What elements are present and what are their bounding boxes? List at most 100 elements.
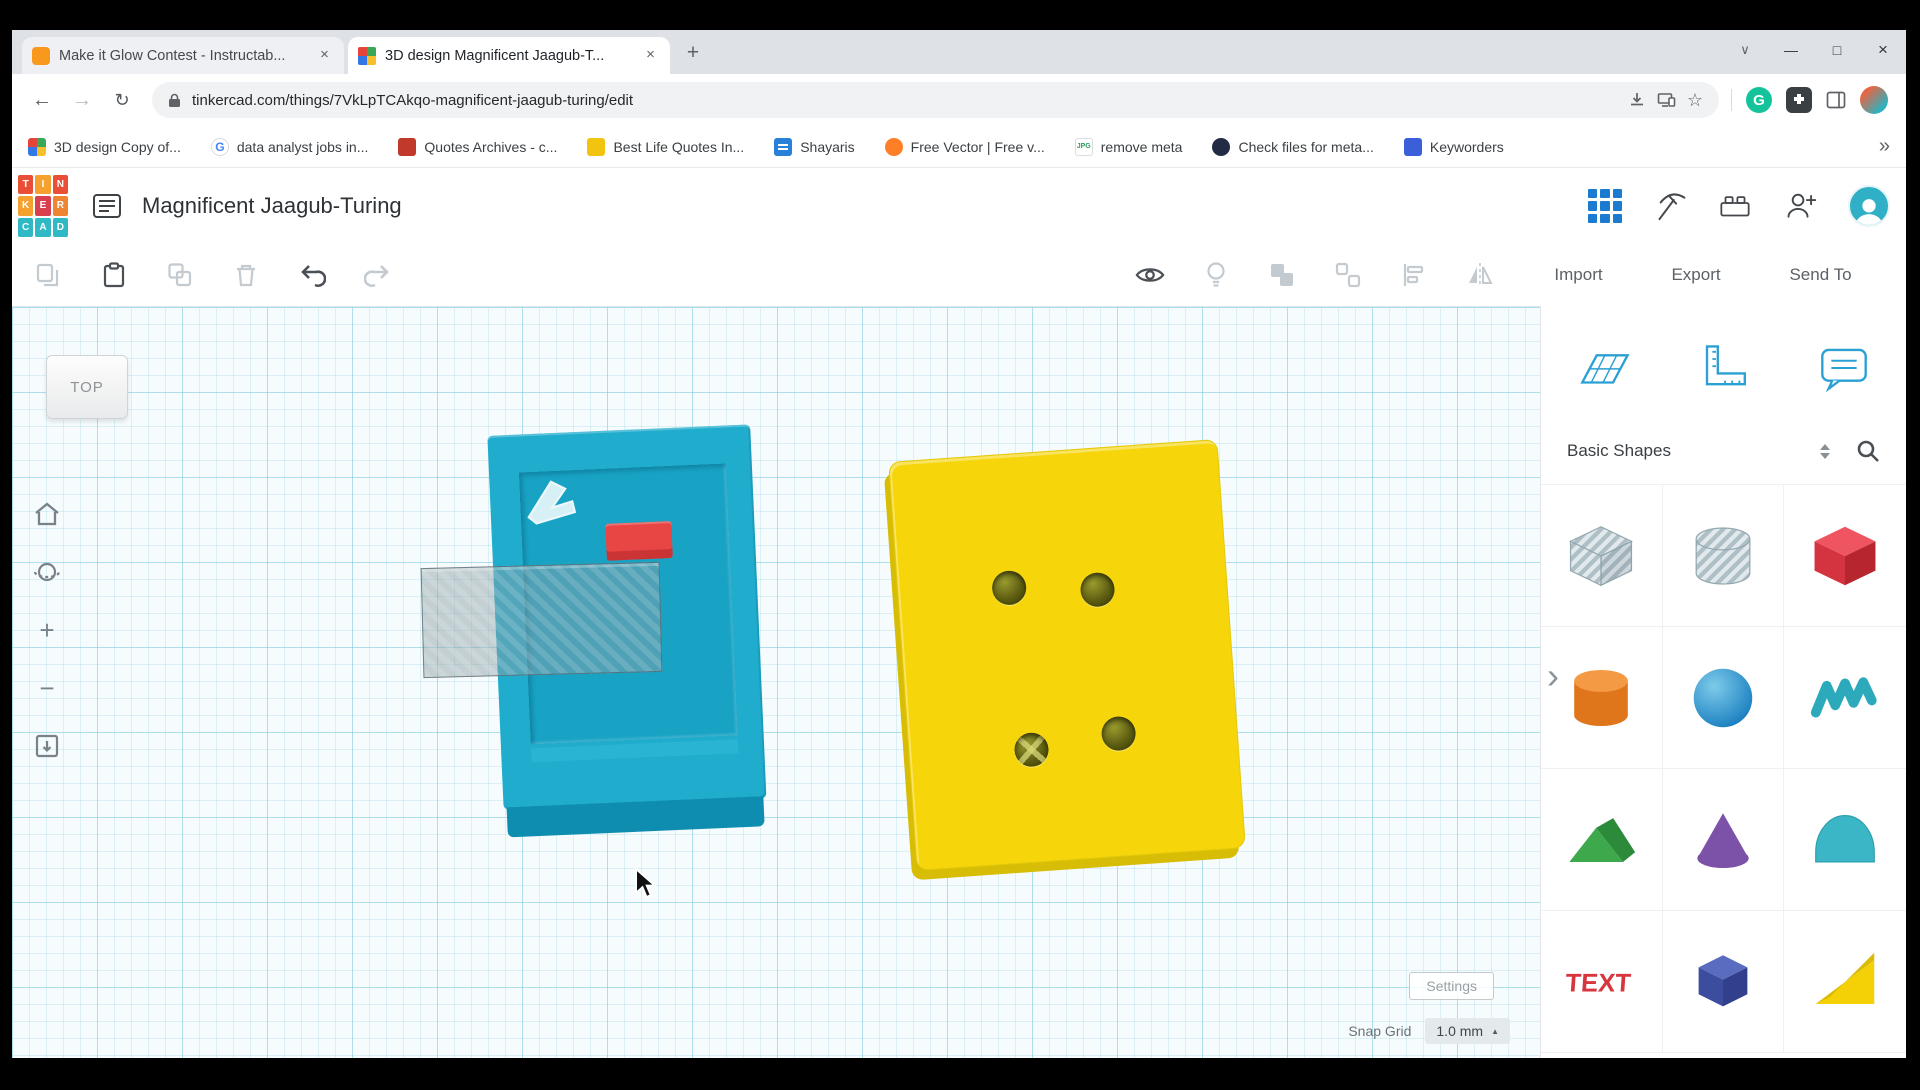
bookmark-label: Free Vector | Free v... bbox=[910, 138, 1045, 155]
bookmarks-overflow-icon[interactable]: » bbox=[1879, 135, 1890, 158]
extension-icon[interactable] bbox=[1786, 87, 1812, 113]
edit-toolbar: Import Export Send To bbox=[12, 244, 1906, 306]
mirror-icon[interactable] bbox=[1464, 259, 1496, 291]
gray-hole-box-object[interactable] bbox=[420, 561, 663, 679]
browser-profile-avatar[interactable] bbox=[1860, 86, 1888, 114]
bookmarks-bar: 3D design Copy of... G data analyst jobs… bbox=[12, 126, 1906, 168]
shape-roof[interactable] bbox=[1541, 769, 1663, 911]
yellow-plate-object[interactable] bbox=[888, 438, 1246, 872]
shape-wedge[interactable] bbox=[1784, 911, 1906, 1053]
plate-hole bbox=[1079, 571, 1116, 608]
download-icon[interactable] bbox=[1628, 91, 1646, 109]
workplane-tool-icon[interactable] bbox=[1575, 342, 1633, 399]
delete-icon[interactable] bbox=[230, 259, 262, 291]
bookmark-favicon bbox=[884, 137, 903, 156]
bookmark-item[interactable]: JPG remove meta bbox=[1074, 137, 1182, 156]
search-shapes-icon[interactable] bbox=[1856, 439, 1880, 463]
browser-tab-instructables[interactable]: Make it Glow Contest - Instructab... × bbox=[22, 37, 344, 74]
design-title[interactable]: Magnificent Jaagub-Turing bbox=[142, 193, 402, 219]
window-close-button[interactable]: × bbox=[1860, 30, 1906, 70]
bookmark-item[interactable]: Best Life Quotes In... bbox=[587, 137, 744, 156]
shape-sphere[interactable] bbox=[1662, 627, 1785, 769]
notes-tool-icon[interactable] bbox=[1816, 342, 1872, 399]
tab-title: Make it Glow Contest - Instructab... bbox=[59, 47, 286, 64]
shape-cone[interactable] bbox=[1662, 769, 1785, 911]
tab-search-caret-icon[interactable]: ∨ bbox=[1722, 30, 1768, 70]
logo-cell: E bbox=[35, 196, 51, 216]
redo-icon[interactable] bbox=[362, 259, 394, 291]
duplicate-icon[interactable] bbox=[164, 259, 196, 291]
viewport-canvas[interactable]: TOP + − Settings Snap Grid 1.0 mm ▲ bbox=[12, 306, 1540, 1058]
bookmark-item[interactable]: Quotes Archives - c... bbox=[398, 137, 557, 156]
bookmark-item[interactable]: 3D design Copy of... bbox=[28, 137, 181, 156]
forward-button[interactable]: → bbox=[64, 82, 100, 118]
bookmark-item[interactable]: Check files for meta... bbox=[1212, 137, 1374, 156]
shape-polygon[interactable] bbox=[1662, 911, 1785, 1053]
new-tab-button[interactable]: + bbox=[678, 39, 708, 69]
category-stepper-icon[interactable] bbox=[1820, 443, 1830, 459]
plate-hole bbox=[1100, 715, 1137, 752]
snap-grid-caret-icon: ▲ bbox=[1491, 1026, 1499, 1036]
show-all-eye-icon[interactable] bbox=[1134, 259, 1166, 291]
view-cube[interactable]: TOP bbox=[46, 355, 128, 419]
bookmark-item[interactable]: Free Vector | Free v... bbox=[884, 137, 1045, 156]
tinkercad-logo[interactable]: T I N K E R C A D bbox=[16, 173, 70, 239]
shape-round-roof[interactable] bbox=[1784, 769, 1906, 911]
align-icon[interactable] bbox=[1398, 259, 1430, 291]
undo-icon[interactable] bbox=[296, 259, 328, 291]
logo-cell: N bbox=[52, 175, 68, 195]
paste-icon[interactable] bbox=[98, 259, 130, 291]
snap-grid-dropdown[interactable]: 1.0 mm ▲ bbox=[1425, 1018, 1510, 1044]
shape-box[interactable] bbox=[1784, 485, 1906, 627]
design-menu-icon[interactable] bbox=[92, 193, 122, 219]
zoom-out-icon[interactable]: − bbox=[32, 673, 62, 703]
brick-lego-icon[interactable] bbox=[1716, 187, 1754, 225]
window-maximize-button[interactable]: □ bbox=[1814, 30, 1860, 70]
home-view-icon[interactable] bbox=[32, 499, 62, 529]
shape-scribble[interactable] bbox=[1784, 627, 1906, 769]
sidebar-collapse-icon[interactable]: › bbox=[1547, 658, 1559, 694]
bookmark-item[interactable]: G data analyst jobs in... bbox=[210, 137, 369, 156]
ruler-tool-icon[interactable] bbox=[1698, 342, 1752, 399]
invite-person-icon[interactable] bbox=[1782, 187, 1820, 225]
red-box-object[interactable] bbox=[605, 520, 673, 561]
minecraft-pickaxe-icon[interactable] bbox=[1650, 187, 1688, 225]
zoom-in-icon[interactable]: + bbox=[32, 615, 62, 645]
back-button[interactable]: ← bbox=[24, 82, 60, 118]
shape-category-select[interactable]: Basic Shapes bbox=[1567, 441, 1808, 461]
group-icon[interactable] bbox=[1266, 259, 1298, 291]
material-bulb-icon[interactable] bbox=[1200, 259, 1232, 291]
tab-close-icon[interactable]: × bbox=[315, 46, 334, 65]
dashboard-grid-icon[interactable] bbox=[1588, 189, 1622, 223]
send-to-device-icon[interactable] bbox=[1657, 92, 1676, 108]
browser-tab-tinkercad[interactable]: 3D design Magnificent Jaagub-T... × bbox=[348, 37, 670, 74]
browser-extensions-area: G bbox=[1731, 86, 1894, 114]
bookmark-label: 3D design Copy of... bbox=[54, 138, 181, 155]
shape-hole-box[interactable] bbox=[1541, 485, 1663, 627]
orbit-view-icon[interactable] bbox=[32, 557, 62, 587]
address-bar: ← → ↻ tinkercad.com/things/7VkLpTCAkqo-m… bbox=[12, 74, 1906, 126]
shape-text[interactable]: TEXT bbox=[1541, 911, 1663, 1053]
tab-close-icon[interactable]: × bbox=[641, 46, 660, 65]
bookmark-label: data analyst jobs in... bbox=[236, 138, 369, 155]
white-arrow-object[interactable] bbox=[520, 472, 584, 536]
shape-cylinder[interactable] bbox=[1541, 627, 1663, 769]
bookmark-item[interactable]: Shayaris bbox=[774, 137, 855, 156]
fit-view-icon[interactable] bbox=[32, 731, 62, 761]
user-avatar[interactable] bbox=[1848, 185, 1890, 227]
ungroup-icon[interactable] bbox=[1332, 259, 1364, 291]
copy-icon[interactable] bbox=[32, 259, 64, 291]
import-button[interactable]: Import bbox=[1544, 259, 1612, 291]
bookmark-item[interactable]: Keyworders bbox=[1403, 137, 1504, 156]
reload-button[interactable]: ↻ bbox=[104, 82, 140, 118]
side-panel-icon[interactable] bbox=[1826, 91, 1846, 109]
send-to-button[interactable]: Send To bbox=[1779, 259, 1861, 291]
shape-hole-cylinder[interactable] bbox=[1662, 485, 1785, 627]
grammarly-extension-icon[interactable]: G bbox=[1746, 87, 1772, 113]
bookmark-star-icon[interactable]: ☆ bbox=[1687, 90, 1703, 111]
omnibox[interactable]: tinkercad.com/things/7VkLpTCAkqo-magnifi… bbox=[152, 82, 1719, 118]
export-button[interactable]: Export bbox=[1661, 259, 1730, 291]
tab-strip: Make it Glow Contest - Instructab... × 3… bbox=[12, 30, 1906, 74]
settings-button[interactable]: Settings bbox=[1409, 972, 1494, 1000]
window-minimize-button[interactable]: — bbox=[1768, 30, 1814, 70]
